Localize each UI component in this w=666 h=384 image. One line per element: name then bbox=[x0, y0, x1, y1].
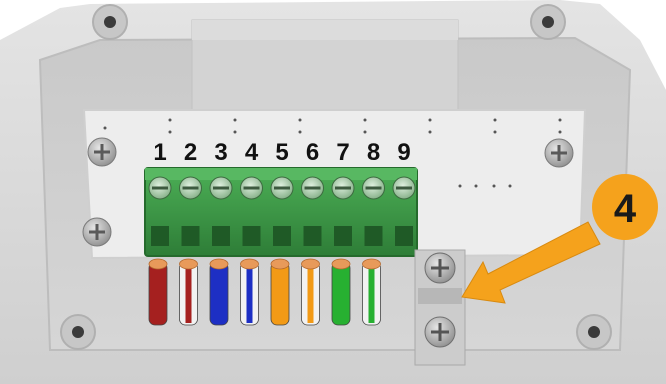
terminal-number: 1 bbox=[153, 139, 166, 166]
terminal-number: 6 bbox=[306, 139, 319, 166]
terminal-number: 3 bbox=[214, 139, 227, 166]
screw-icon bbox=[424, 316, 456, 348]
terminal-number: 2 bbox=[184, 139, 197, 166]
terminal-number: 8 bbox=[367, 139, 380, 166]
wire-white-green bbox=[362, 258, 381, 326]
screw-icon bbox=[544, 138, 574, 168]
terminal-number: 7 bbox=[336, 139, 349, 166]
terminal-block bbox=[144, 167, 418, 257]
terminal-number: 4 bbox=[245, 139, 259, 166]
mounting-hole-bottom-left bbox=[60, 314, 96, 350]
step-number: 4 bbox=[614, 187, 637, 231]
mounting-hole-top-left bbox=[92, 4, 128, 40]
screw-icon bbox=[424, 252, 456, 284]
terminal-number: 5 bbox=[275, 139, 288, 166]
wire-brown bbox=[148, 258, 168, 326]
wire-white-brown bbox=[179, 258, 198, 326]
wire-blue bbox=[209, 258, 229, 326]
terminal-number: 9 bbox=[397, 139, 410, 166]
mounting-hole-bottom-right bbox=[576, 314, 612, 350]
terminal-number-labels: 123456789 bbox=[153, 139, 410, 166]
wire-green bbox=[331, 258, 351, 326]
screw-icon bbox=[87, 137, 117, 167]
screw-icon bbox=[82, 217, 112, 247]
mounting-hole-top-right bbox=[530, 4, 566, 40]
junction-box-scene: 123456789 4 bbox=[0, 0, 666, 384]
wire-white-orange bbox=[301, 258, 320, 326]
wire-white-blue bbox=[240, 258, 259, 326]
wire-orange bbox=[270, 258, 290, 326]
step-badge: 4 bbox=[592, 174, 658, 240]
